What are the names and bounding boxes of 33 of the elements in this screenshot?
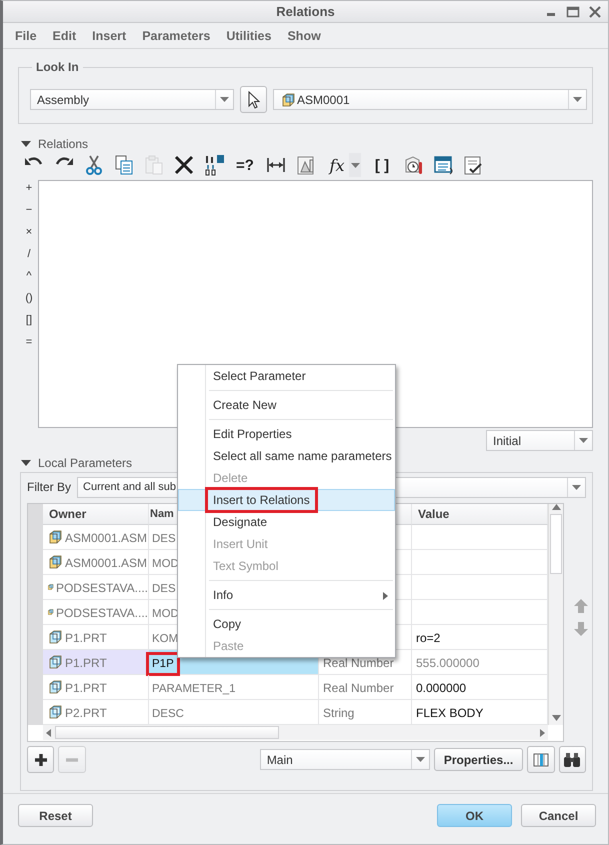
combo-value: Assembly [37,92,90,106]
group-label: Look In [32,60,83,74]
menu-label: Select all same name parameters [213,449,392,463]
menu-label: Insert Unit [213,537,268,551]
menu-label: Delete [213,471,248,485]
menu-label: Text Symbol [213,559,278,573]
window-title: Relations [276,4,335,19]
table-cell: ASM0001.ASM [65,556,148,570]
menu-label: Designate [213,515,268,529]
combo-value: Current and all sub [83,481,176,493]
table-cell: P2.PRT [65,706,107,720]
combo-value: Initial [493,434,522,448]
menu-label: Info [213,588,234,602]
table-cell-text: DES [151,582,177,597]
menu-label: Copy [213,617,242,631]
table-cell-text: DES [151,532,177,547]
table-cell: PODSESTAVA.... [56,581,148,595]
table-cell: Real Number [319,675,412,700]
menu-label: Create New [213,398,276,412]
table-cell: PODSESTAVA.... [56,606,148,620]
table-cell-text: PARAMETER_1 [151,682,237,697]
table-cell: P1.PRT [65,631,107,645]
menu-label: Paste [213,639,244,653]
menu-label: Edit Properties [213,427,292,441]
table-cell: P1.PRT [65,681,107,695]
table-cell-text: DESC [151,707,185,722]
table-cell: P1.PRT [65,656,107,670]
table-cell: P1P [149,655,177,673]
combo-value: ASM0001 [297,92,350,106]
menu-label: Select Parameter [213,369,306,383]
filter-label: Filter By [27,480,72,494]
combo-value: Main [266,752,293,766]
table-cell: ASM0001.ASM [65,531,148,545]
